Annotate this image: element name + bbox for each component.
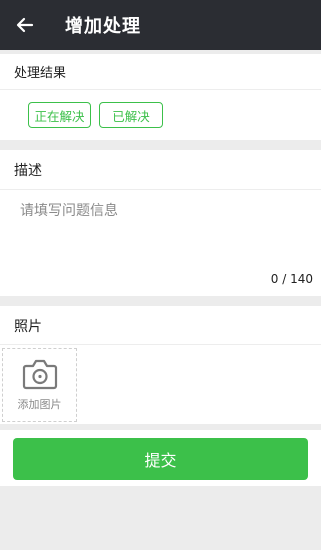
result-label: 处理结果	[14, 66, 67, 81]
divider	[0, 344, 321, 345]
arrow-left-icon	[16, 17, 34, 33]
result-section: 处理结果 正在解决 已解决	[0, 54, 321, 140]
option-in-progress[interactable]: 正在解决	[28, 102, 91, 128]
submit-area: 提交	[0, 430, 321, 486]
top-bar: 增加处理	[0, 0, 321, 50]
add-photo-button[interactable]: 添加图片	[2, 348, 77, 422]
option-resolved[interactable]: 已解决	[99, 102, 163, 128]
camera-icon	[22, 359, 57, 390]
description-label: 描述	[14, 163, 42, 179]
description-input[interactable]	[14, 196, 306, 266]
submit-button[interactable]: 提交	[13, 438, 308, 480]
divider	[0, 189, 321, 190]
character-counter: 0 / 140	[270, 272, 313, 286]
photo-label: 照片	[14, 319, 42, 335]
photo-section: 照片 添加图片	[0, 306, 321, 424]
add-photo-label: 添加图片	[17, 398, 62, 411]
divider	[0, 89, 321, 90]
page-title: 增加处理	[65, 16, 141, 37]
back-button[interactable]	[0, 0, 50, 50]
